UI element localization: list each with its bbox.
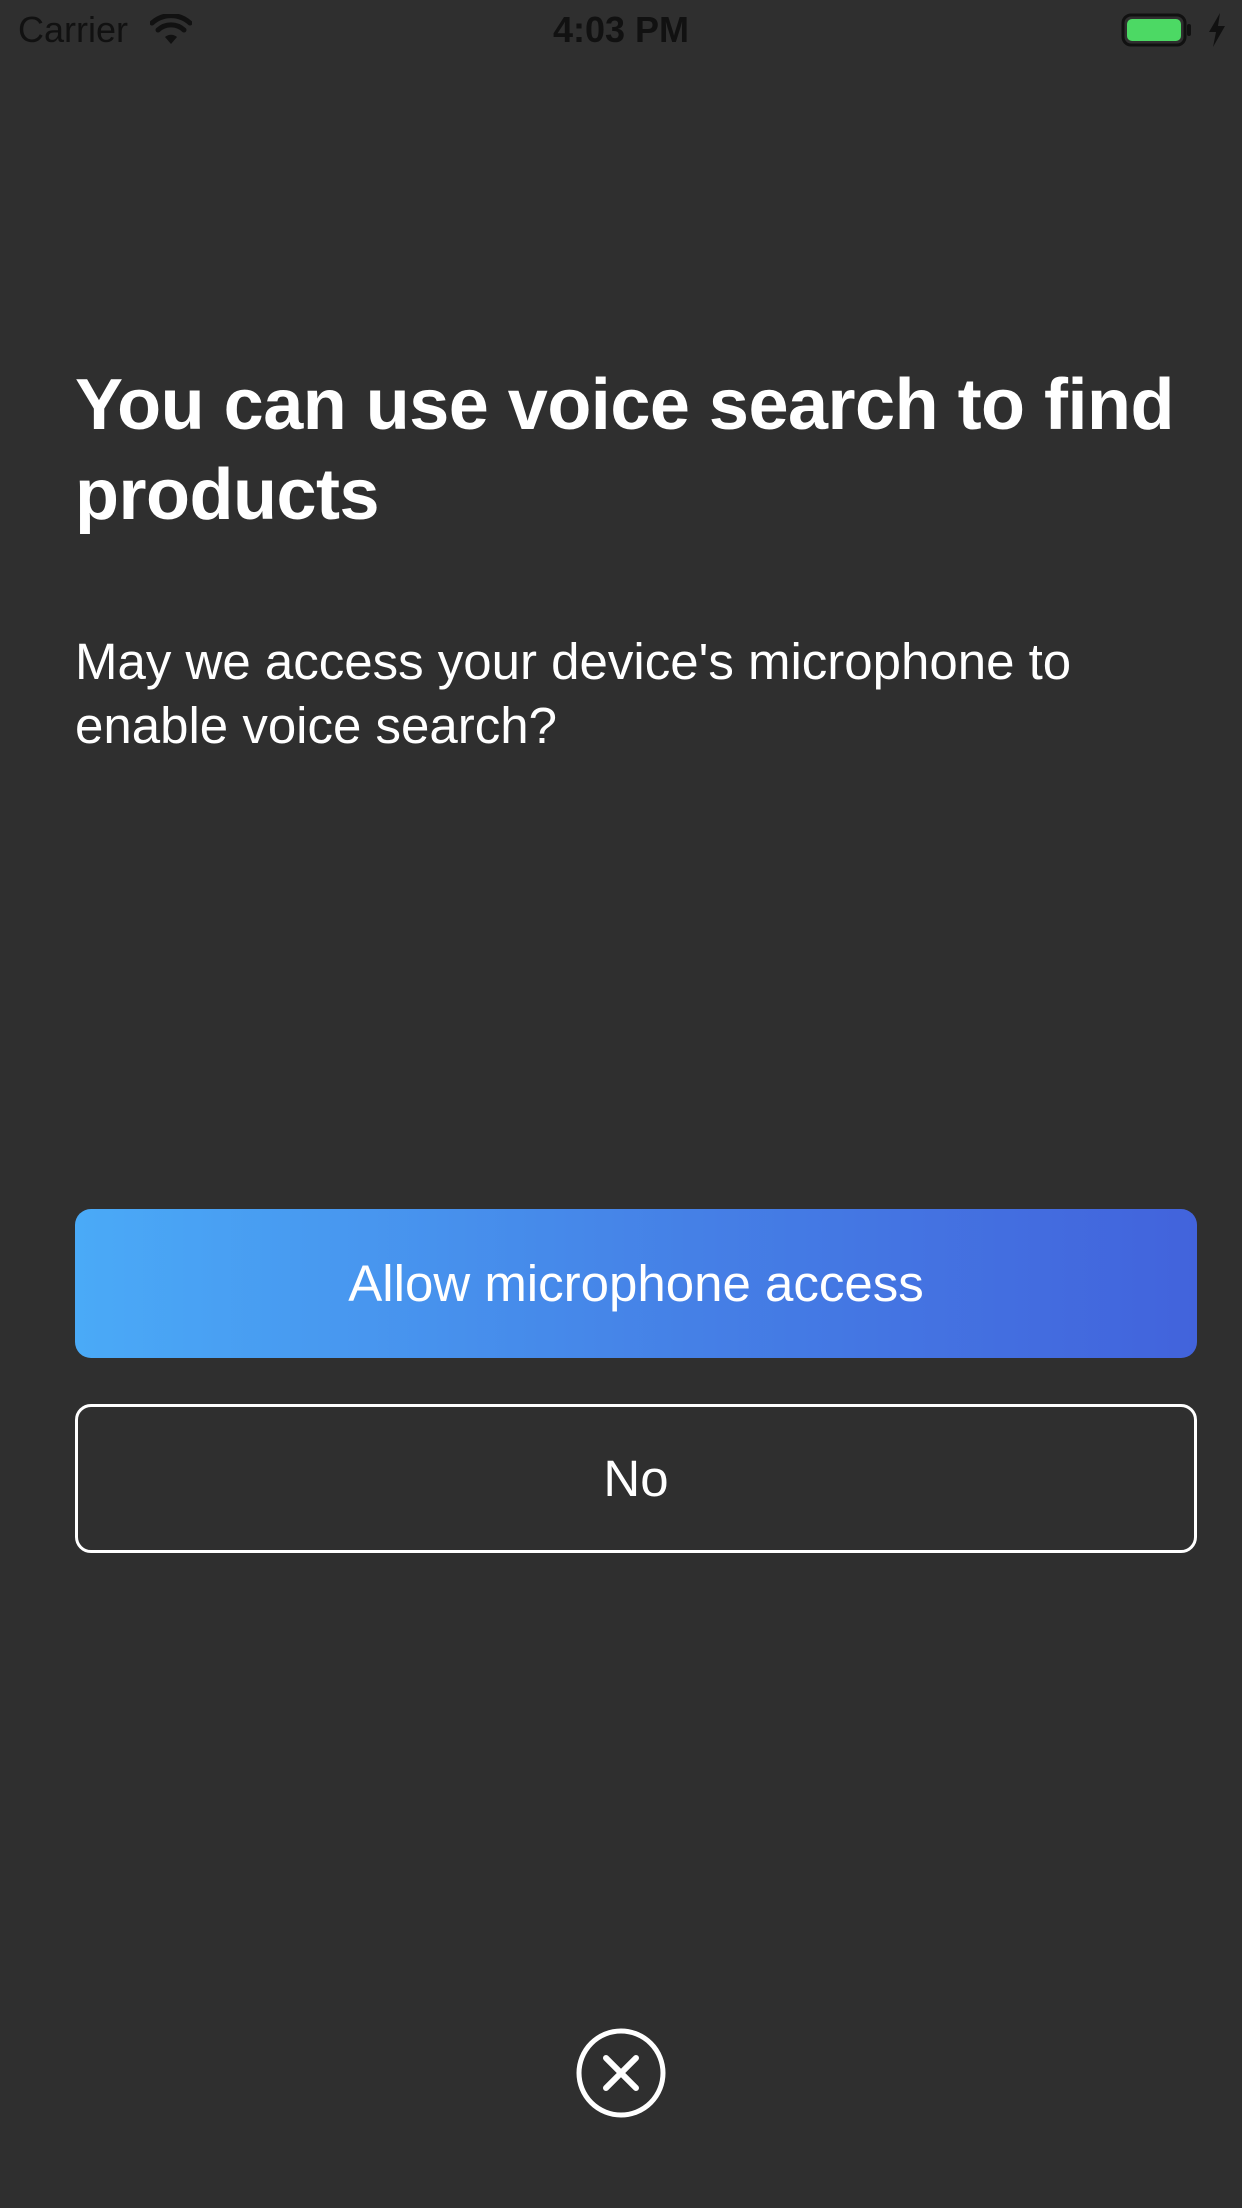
battery-icon bbox=[1121, 12, 1193, 48]
close-circle-icon bbox=[575, 2027, 667, 2119]
deny-button[interactable]: No bbox=[75, 1404, 1197, 1553]
allow-microphone-button[interactable]: Allow microphone access bbox=[75, 1209, 1197, 1358]
charging-bolt-icon bbox=[1206, 12, 1228, 48]
status-time: 4:03 PM bbox=[552, 9, 690, 50]
status-bar: Carrier 4:03 PM bbox=[0, 0, 1242, 60]
close-button[interactable] bbox=[575, 2027, 667, 2119]
deny-label: No bbox=[603, 1450, 669, 1507]
permission-message: May we access your device's microphone t… bbox=[75, 633, 1072, 754]
page-title: You can use voice search to find product… bbox=[75, 365, 1174, 535]
allow-microphone-label: Allow microphone access bbox=[348, 1255, 924, 1312]
